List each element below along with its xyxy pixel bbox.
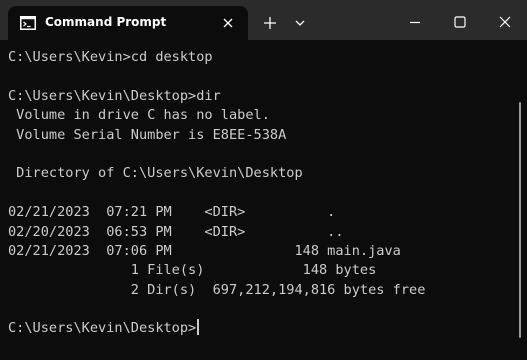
text-cursor (197, 319, 200, 336)
prompt-text: C:\Users\Kevin\Desktop> (8, 320, 197, 337)
terminal-line: Volume in drive C has no label. (8, 107, 270, 124)
terminal-line: 1 File(s) 148 bytes (8, 262, 377, 279)
new-tab-icon[interactable] (262, 15, 278, 31)
title-bar[interactable]: Command Prompt (0, 0, 527, 40)
close-icon[interactable] (497, 14, 513, 30)
scrollbar[interactable] (519, 102, 521, 338)
maximize-icon[interactable] (452, 14, 468, 30)
terminal-line: C:\Users\Kevin>cd desktop (8, 49, 213, 65)
tab-close-icon[interactable] (220, 15, 236, 31)
terminal-icon (20, 16, 36, 30)
tab-title: Command Prompt (45, 15, 167, 29)
terminal-line: 2 Dir(s) 697,212,194,816 bytes free (8, 281, 426, 298)
terminal-line: Volume Serial Number is E8EE-538A (8, 126, 287, 143)
terminal-line: 02/21/2023 07:06 PM 148 main.java (8, 242, 401, 259)
terminal-line: Directory of C:\Users\Kevin\Desktop (8, 165, 303, 182)
command-prompt-line[interactable]: C:\Users\Kevin\Desktop> (8, 319, 513, 338)
terminal-output[interactable]: C:\Users\Kevin>cd desktop C:\Users\Kevin… (8, 48, 513, 348)
chevron-down-icon[interactable] (292, 15, 308, 31)
terminal-window: Command Prompt C:\Users\Kevin>cd desktop… (0, 0, 527, 360)
terminal-line: C:\Users\Kevin\Desktop>dir (8, 87, 221, 104)
tab-command-prompt[interactable]: Command Prompt (8, 6, 248, 40)
minimize-icon[interactable] (407, 14, 423, 30)
terminal-line: 02/20/2023 06:53 PM <DIR> .. (8, 223, 344, 240)
terminal-line: 02/21/2023 07:21 PM <DIR> . (8, 204, 336, 221)
